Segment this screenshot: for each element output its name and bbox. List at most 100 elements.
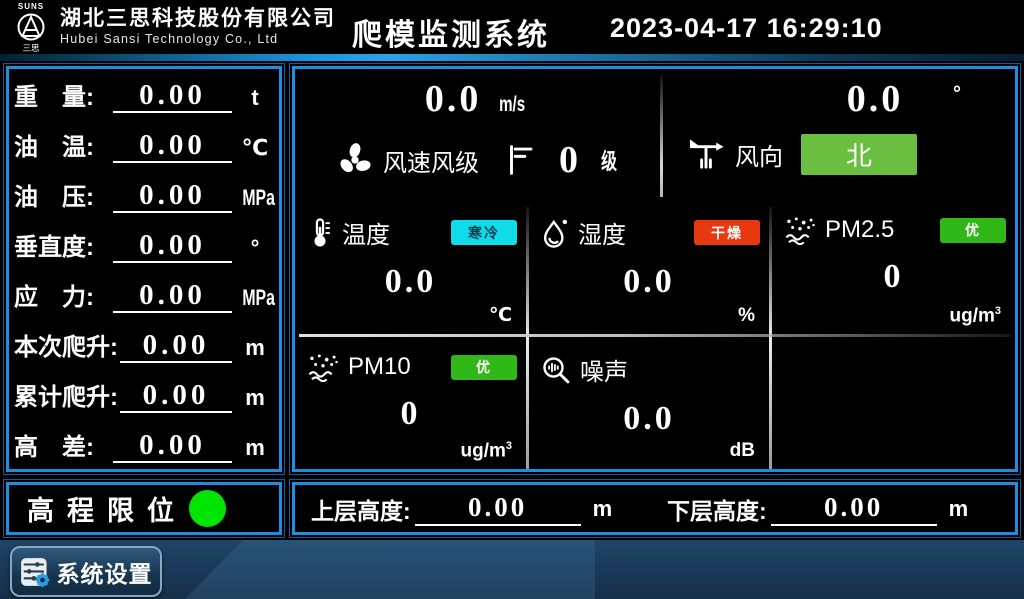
- pm25-value: 0: [772, 258, 1015, 296]
- stress-label: 应 力:: [14, 277, 111, 319]
- humidity-label: 湿度: [578, 215, 626, 250]
- row-current-climb: 本次爬升: 0.00 m: [14, 319, 274, 369]
- stress-value: 0.00: [113, 281, 232, 313]
- pm10-cell: PM10 优 0 ug/m3: [295, 337, 526, 469]
- wind-speed-value: 0.0: [425, 78, 482, 120]
- lower-height-unit: m: [949, 496, 969, 522]
- upper-height-label: 上层高度:: [311, 492, 411, 526]
- temperature-label: 温度: [342, 215, 390, 250]
- wind-vane-icon: [687, 136, 725, 172]
- wind-direction-label: 风向: [735, 137, 783, 172]
- total-climb-label: 累计爬升:: [14, 377, 118, 419]
- weight-unit: t: [236, 85, 274, 119]
- system-settings-button[interactable]: 系统设置: [10, 546, 162, 597]
- svg-text:三思: 三思: [22, 43, 40, 53]
- page-title: 爬模监测系统: [352, 10, 550, 54]
- wind-speed-unit: m/s: [499, 93, 525, 117]
- layer-heights-box: 上层高度: 0.00 m 下层高度: 0.00 m: [292, 482, 1018, 535]
- humidity-value: 0.0: [529, 263, 769, 301]
- total-climb-value: 0.00: [120, 381, 232, 413]
- pm25-label: PM2.5: [825, 216, 894, 244]
- upper-height-readout: 上层高度: 0.00 m: [311, 485, 612, 532]
- current-climb-label: 本次爬升:: [14, 327, 118, 369]
- pm10-status-badge: 优: [451, 355, 517, 380]
- sansi-logo-icon: SUNS 三思: [8, 1, 54, 53]
- oil-temp-unit: ℃: [236, 135, 274, 169]
- company-logo: SUNS 三思 湖北三思科技股份有限公司 Hubei Sansi Technol…: [8, 1, 336, 53]
- measurement-panel: 重 量: 0.00 t 油 温: 0.00 ℃ 油 压: 0.00 MPa 垂直…: [6, 66, 282, 472]
- fan-icon: [335, 140, 375, 180]
- verticality-value: 0.00: [113, 231, 232, 263]
- height-diff-unit: m: [236, 435, 274, 469]
- lower-height-readout: 下层高度: 0.00 m: [667, 485, 968, 532]
- wind-level-readout: 风速风级 0 级: [295, 129, 660, 191]
- humidity-unit: %: [738, 305, 755, 327]
- svg-text:SUNS: SUNS: [18, 2, 44, 11]
- height-diff-label: 高 差:: [14, 427, 111, 469]
- droplet-icon: [541, 217, 569, 249]
- row-weight: 重 量: 0.00 t: [14, 69, 274, 119]
- elevation-limit-indicator: [189, 490, 226, 527]
- datetime-display: 2023-04-17 16:29:10: [610, 13, 883, 44]
- thermometer-icon: [307, 217, 333, 249]
- height-diff-value: 0.00: [113, 431, 232, 463]
- weight-label: 重 量:: [14, 77, 111, 119]
- row-verticality: 垂直度: 0.00 °: [14, 219, 274, 269]
- humidity-status-badge: 干燥: [694, 220, 760, 245]
- oil-temp-label: 油 温:: [14, 127, 111, 169]
- row-oil-temp: 油 温: 0.00 ℃: [14, 119, 274, 169]
- company-name-cn: 湖北三思科技股份有限公司: [60, 8, 336, 30]
- company-name: 湖北三思科技股份有限公司 Hubei Sansi Technology Co.,…: [60, 8, 336, 46]
- dust-particles-icon: [307, 352, 339, 382]
- footer-taskbar: 系统设置: [0, 540, 1024, 599]
- oil-pressure-label: 油 压:: [14, 177, 111, 219]
- wind-direction-value: 0.0: [790, 77, 960, 121]
- current-climb-value: 0.00: [120, 331, 232, 363]
- header: SUNS 三思 湖北三思科技股份有限公司 Hubei Sansi Technol…: [0, 0, 1024, 54]
- upper-height-value: 0.00: [415, 492, 581, 526]
- climbing-formwork-monitor-screen: SUNS 三思 湖北三思科技股份有限公司 Hubei Sansi Technol…: [0, 0, 1024, 599]
- wind-direction-readout: 风向 北: [687, 131, 917, 177]
- footer-wedge-decoration: [185, 540, 595, 599]
- lower-height-label: 下层高度:: [667, 492, 767, 526]
- company-name-en: Hubei Sansi Technology Co., Ltd: [60, 33, 336, 46]
- settings-sliders-gear-icon: [20, 557, 50, 587]
- pm25-cell: PM2.5 优 0 ug/m3: [772, 200, 1015, 334]
- pm25-unit: ug/m3: [949, 305, 1001, 327]
- noise-magnifier-icon: [541, 355, 571, 385]
- elevation-limit-label: 高程限位: [27, 489, 187, 528]
- stress-unit: MPa: [242, 285, 275, 311]
- noise-value: 0.0: [529, 400, 769, 438]
- header-divider-bar: [0, 54, 1024, 61]
- row-total-climb: 累计爬升: 0.00 m: [14, 369, 274, 419]
- wind-direction-unit: °: [953, 83, 961, 106]
- row-height-diff: 高 差: 0.00 m: [14, 419, 274, 469]
- noise-cell: 噪声 0.0 dB: [529, 337, 769, 469]
- wind-direction-badge: 北: [801, 134, 917, 175]
- oil-temp-value: 0.00: [113, 131, 232, 163]
- oil-pressure-value: 0.00: [113, 181, 232, 213]
- oil-pressure-unit: MPa: [242, 185, 275, 211]
- row-stress: 应 力: 0.00 MPa: [14, 269, 274, 319]
- wind-speed-label: 风速风级: [383, 143, 479, 178]
- pm25-status-badge: 优: [940, 218, 1006, 243]
- noise-unit: dB: [730, 440, 755, 462]
- dust-particles-icon: [784, 215, 816, 245]
- pm10-value: 0: [295, 395, 526, 433]
- environment-panel: 0.0 m/s 风速风级: [292, 66, 1018, 472]
- wind-level-unit: 级: [601, 144, 617, 176]
- wind-speed-readout: 0.0 m/s: [295, 77, 660, 121]
- current-climb-unit: m: [236, 335, 274, 369]
- temperature-unit: ℃: [489, 304, 512, 327]
- upper-height-unit: m: [593, 496, 613, 522]
- row-oil-pressure: 油 压: 0.00 MPa: [14, 169, 274, 219]
- humidity-cell: 湿度 干燥 0.0 %: [529, 200, 769, 334]
- noise-label: 噪声: [580, 352, 628, 387]
- temperature-value: 0.0: [295, 263, 526, 301]
- pm10-unit: ug/m3: [460, 440, 512, 462]
- lower-height-value: 0.00: [771, 492, 937, 526]
- system-settings-label: 系统设置: [57, 555, 153, 589]
- wind-level-flag-icon: [505, 143, 535, 177]
- verticality-label: 垂直度:: [14, 227, 111, 269]
- total-climb-unit: m: [236, 385, 274, 419]
